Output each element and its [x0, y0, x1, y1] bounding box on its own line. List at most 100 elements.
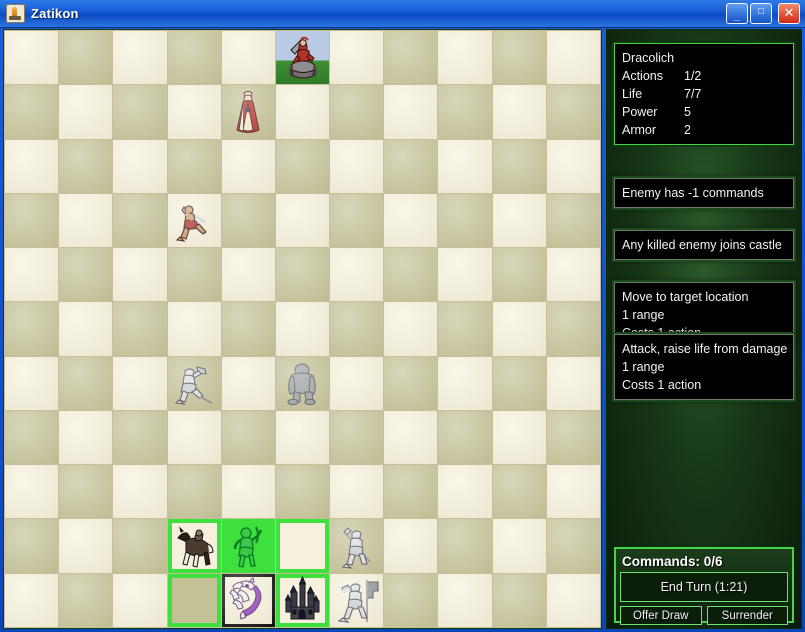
board-cell-r4-c6[interactable] — [330, 248, 384, 302]
board-cell-r9-c8[interactable] — [438, 519, 492, 573]
surrender-button[interactable]: Surrender — [706, 606, 788, 625]
board-cell-r6-c9[interactable] — [492, 356, 546, 410]
piece-grey-bannerman[interactable] — [334, 576, 380, 624]
board-cell-r9-c3[interactable] — [167, 519, 221, 573]
board-cell-r9-c6[interactable] — [330, 519, 384, 573]
board-cell-r10-c2[interactable] — [113, 573, 167, 627]
board-cell-r8-c8[interactable] — [438, 465, 492, 519]
board-cell-r0-c10[interactable] — [546, 31, 600, 85]
board-cell-r8-c2[interactable] — [113, 465, 167, 519]
board-cell-r5-c8[interactable] — [438, 302, 492, 356]
board-cell-r10-c0[interactable] — [5, 573, 59, 627]
board-cell-r10-c7[interactable] — [384, 573, 438, 627]
board-cell-r3-c10[interactable] — [546, 193, 600, 248]
board-cell-r3-c0[interactable] — [5, 193, 59, 248]
board-cell-r10-c3[interactable] — [167, 573, 221, 627]
board-cell-r2-c10[interactable] — [546, 139, 600, 193]
board-cell-r2-c4[interactable] — [221, 139, 275, 193]
board-cell-r3-c2[interactable] — [113, 193, 167, 248]
board-cell-r5-c6[interactable] — [330, 302, 384, 356]
board-cell-r7-c7[interactable] — [384, 410, 438, 465]
board-cell-r2-c7[interactable] — [384, 139, 438, 193]
board-cell-r4-c2[interactable] — [113, 248, 167, 302]
board-cell-r6-c4[interactable] — [221, 356, 275, 410]
board-cell-r8-c9[interactable] — [492, 465, 546, 519]
board-cell-r1-c2[interactable] — [113, 85, 167, 139]
board-cell-r7-c2[interactable] — [113, 410, 167, 465]
board-cell-r2-c1[interactable] — [59, 139, 113, 193]
board-cell-r8-c0[interactable] — [5, 465, 59, 519]
board-cell-r1-c3[interactable] — [167, 85, 221, 139]
board-cell-r4-c5[interactable] — [275, 248, 330, 302]
board-cell-r1-c6[interactable] — [330, 85, 384, 139]
board-cell-r3-c3[interactable] — [167, 193, 221, 248]
board-cell-r6-c3[interactable] — [167, 356, 221, 410]
board-cell-r2-c0[interactable] — [5, 139, 59, 193]
board-cell-r2-c3[interactable] — [167, 139, 221, 193]
board-cell-r5-c1[interactable] — [59, 302, 113, 356]
board-cell-r0-c5[interactable] — [275, 31, 330, 85]
minimize-button[interactable]: _ — [726, 3, 748, 24]
board-cell-r10-c9[interactable] — [492, 573, 546, 627]
board-cell-r4-c9[interactable] — [492, 248, 546, 302]
board-cell-r3-c1[interactable] — [59, 193, 113, 248]
board-cell-r8-c7[interactable] — [384, 465, 438, 519]
board-cell-r7-c3[interactable] — [167, 410, 221, 465]
board-cell-r7-c8[interactable] — [438, 410, 492, 465]
board-cell-r3-c8[interactable] — [438, 193, 492, 248]
board-cell-r9-c10[interactable] — [546, 519, 600, 573]
board-cell-r1-c9[interactable] — [492, 85, 546, 139]
board-cell-r5-c4[interactable] — [221, 302, 275, 356]
piece-grey-axeman[interactable] — [171, 359, 217, 407]
board-cell-r6-c1[interactable] — [59, 356, 113, 410]
board-cell-r4-c10[interactable] — [546, 248, 600, 302]
board-cell-r5-c3[interactable] — [167, 302, 221, 356]
game-board[interactable] — [4, 30, 601, 628]
board-cell-r9-c4[interactable] — [221, 519, 275, 573]
board-cell-r0-c9[interactable] — [492, 31, 546, 85]
board-cell-r8-c3[interactable] — [167, 465, 221, 519]
board-cell-r6-c5[interactable] — [275, 356, 330, 410]
board-cell-r4-c1[interactable] — [59, 248, 113, 302]
board-cell-r7-c5[interactable] — [275, 410, 330, 465]
board-cell-r9-c1[interactable] — [59, 519, 113, 573]
board-cell-r2-c8[interactable] — [438, 139, 492, 193]
board-cell-r4-c3[interactable] — [167, 248, 221, 302]
board-cell-r10-c8[interactable] — [438, 573, 492, 627]
board-cell-r6-c10[interactable] — [546, 356, 600, 410]
board-cell-r8-c1[interactable] — [59, 465, 113, 519]
board-cell-r1-c5[interactable] — [275, 85, 330, 139]
board-cell-r7-c10[interactable] — [546, 410, 600, 465]
board-cell-r4-c8[interactable] — [438, 248, 492, 302]
board-cell-r2-c5[interactable] — [275, 139, 330, 193]
board-cell-r5-c2[interactable] — [113, 302, 167, 356]
board-cell-r3-c5[interactable] — [275, 193, 330, 248]
piece-green-archer[interactable] — [225, 522, 271, 570]
board-cell-r0-c3[interactable] — [167, 31, 221, 85]
offer-draw-button[interactable]: Offer Draw — [620, 606, 702, 625]
board-cell-r9-c9[interactable] — [492, 519, 546, 573]
board-cell-r4-c7[interactable] — [384, 248, 438, 302]
board-cell-r5-c9[interactable] — [492, 302, 546, 356]
board-cell-r8-c10[interactable] — [546, 465, 600, 519]
board-cell-r5-c7[interactable] — [384, 302, 438, 356]
board-cell-r3-c6[interactable] — [330, 193, 384, 248]
board-cell-r9-c0[interactable] — [5, 519, 59, 573]
board-cell-r10-c10[interactable] — [546, 573, 600, 627]
end-turn-button[interactable]: End Turn (1:21) — [620, 572, 788, 602]
board-cell-r10-c6[interactable] — [330, 573, 384, 627]
board-cell-r6-c7[interactable] — [384, 356, 438, 410]
board-cell-r6-c6[interactable] — [330, 356, 384, 410]
board-cell-r2-c2[interactable] — [113, 139, 167, 193]
board-cell-r8-c6[interactable] — [330, 465, 384, 519]
board-cell-r7-c6[interactable] — [330, 410, 384, 465]
board-cell-r8-c4[interactable] — [221, 465, 275, 519]
board-cell-r2-c9[interactable] — [492, 139, 546, 193]
board-cell-r0-c8[interactable] — [438, 31, 492, 85]
board-cell-r0-c0[interactable] — [5, 31, 59, 85]
board-cell-r3-c7[interactable] — [384, 193, 438, 248]
board-cell-r6-c0[interactable] — [5, 356, 59, 410]
board-cell-r6-c8[interactable] — [438, 356, 492, 410]
board-cell-r10-c4[interactable] — [221, 573, 275, 627]
board-cell-r1-c10[interactable] — [546, 85, 600, 139]
